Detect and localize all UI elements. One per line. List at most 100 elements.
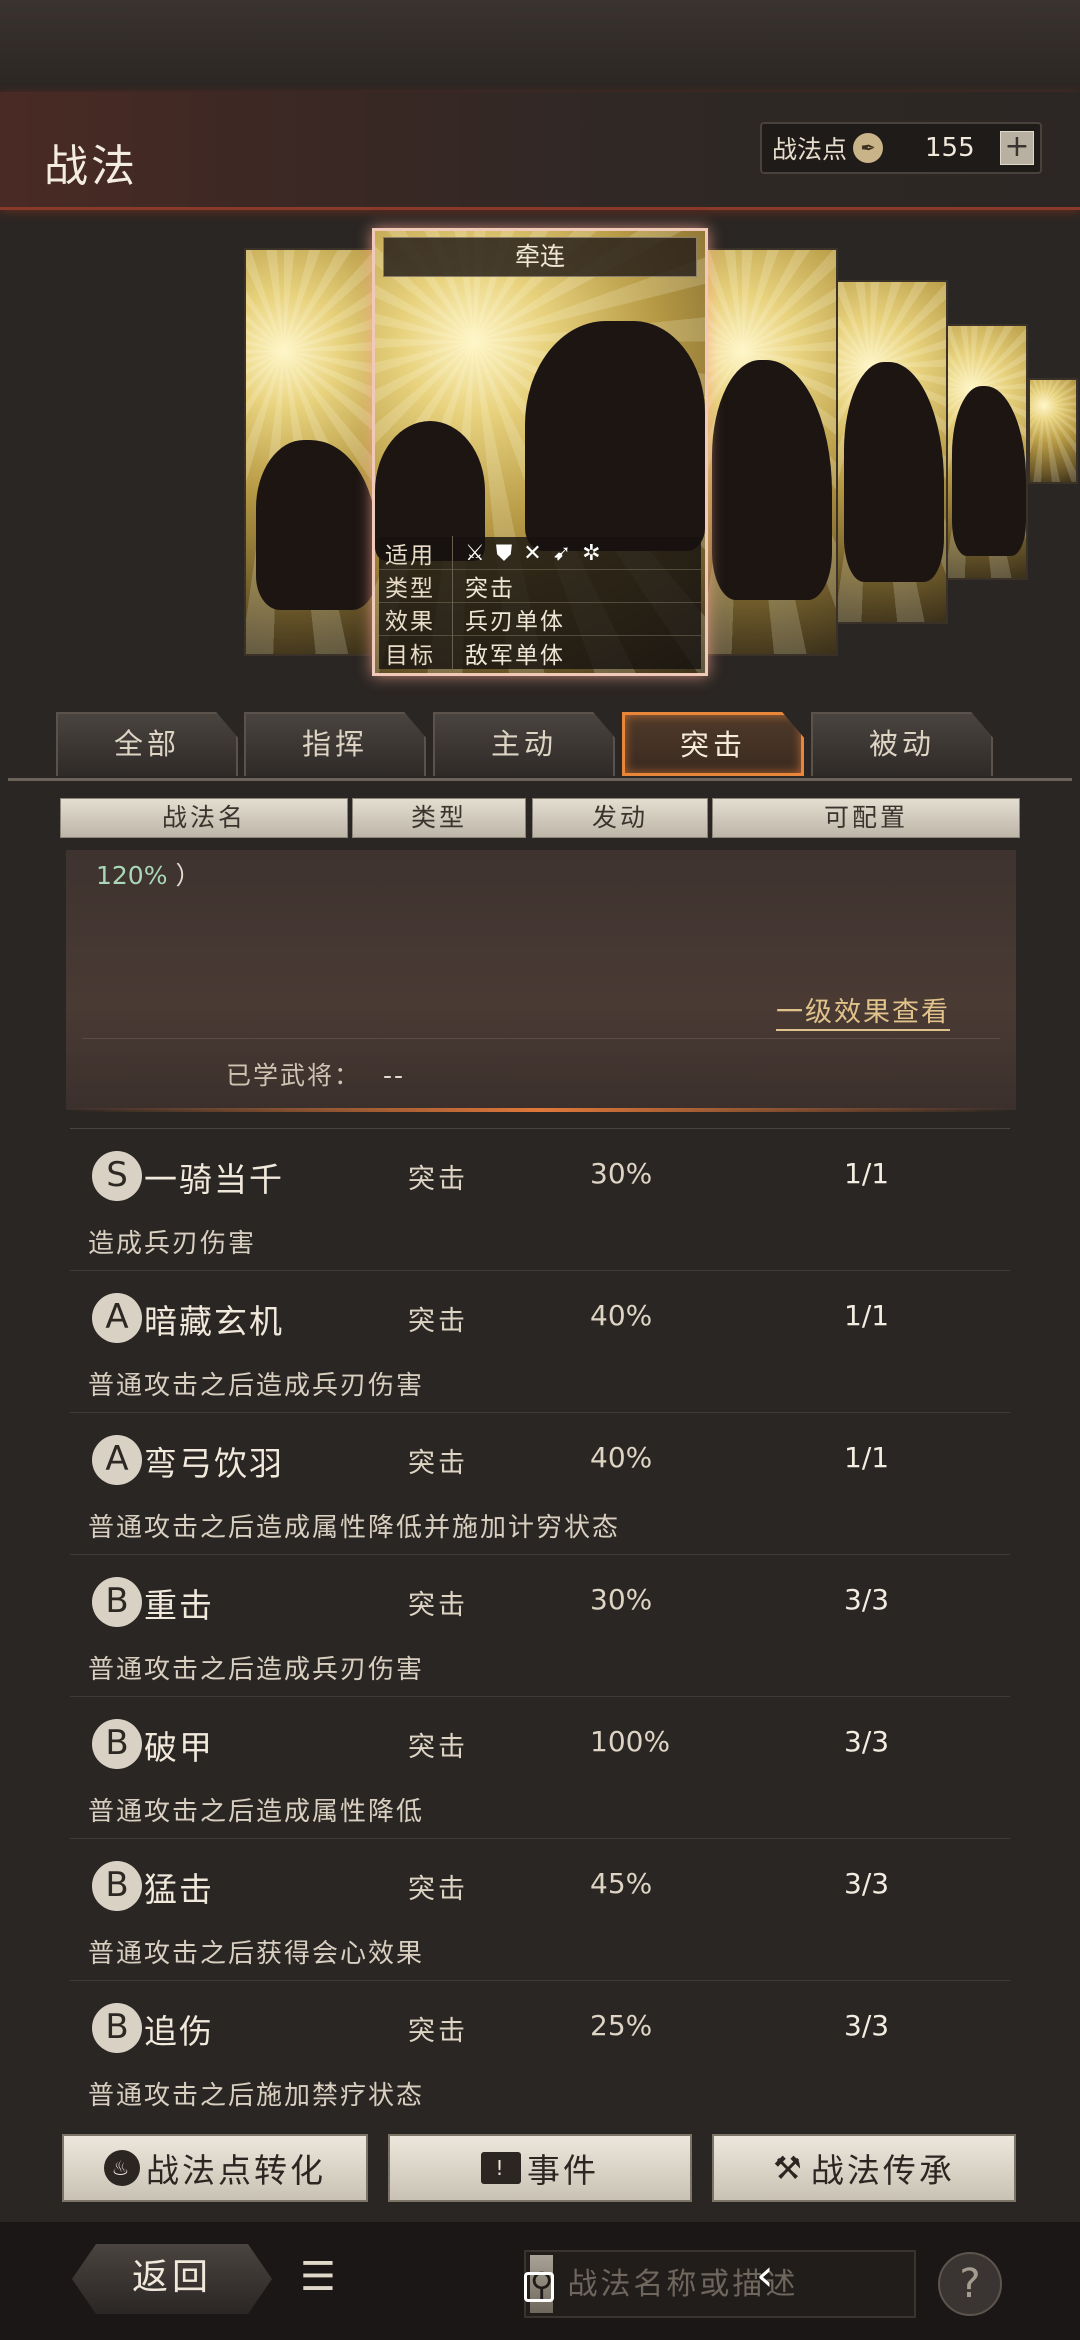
skill-rate: 30% xyxy=(590,1583,653,1616)
tabs-divider xyxy=(8,778,1072,781)
hammer-icon: ⚒ xyxy=(773,2149,805,2187)
skill-type: 突击 xyxy=(408,1732,468,1763)
footer-bar: 返回 ☰ ⚲ ‹ ? xyxy=(0,2222,1080,2340)
search-input[interactable] xyxy=(553,2254,947,2314)
events-button[interactable]: ! 事件 xyxy=(388,2134,692,2202)
skill-row[interactable]: A 暗藏玄机 突击 40% 1/1 普通攻击之后造成兵刃伤害 xyxy=(70,1270,1010,1412)
skill-type: 突击 xyxy=(408,1306,468,1337)
skill-name: 暗藏玄机 xyxy=(144,1302,284,1341)
skill-name: 重击 xyxy=(144,1586,214,1625)
category-tabs: 全部 指挥 主动 突击 被动 xyxy=(56,712,996,778)
skill-desc: 造成兵刃伤害 xyxy=(88,1229,257,1259)
skill-config: 3/3 xyxy=(844,2009,890,2042)
tab-assault[interactable]: 突击 xyxy=(622,712,804,776)
menu-icon[interactable]: ☰ xyxy=(300,2254,336,2300)
skill-card-right-1[interactable] xyxy=(700,248,838,656)
skill-name: 破甲 xyxy=(144,1728,214,1767)
skill-desc: 普通攻击之后施加禁疗状态 xyxy=(88,2081,425,2111)
skill-name: 弯弓饮羽 xyxy=(144,1444,284,1483)
skill-type: 突击 xyxy=(408,2016,468,2047)
skill-config: 1/1 xyxy=(844,1441,890,1474)
skill-card-left[interactable] xyxy=(244,248,374,656)
system-recents-icon[interactable] xyxy=(524,2272,554,2302)
skill-rate: 40% xyxy=(590,1441,653,1474)
cavalry-silhouette xyxy=(525,321,705,551)
system-back-icon[interactable]: ‹ xyxy=(756,2250,774,2301)
skill-rate: 40% xyxy=(590,1299,653,1332)
skill-card-right-2[interactable] xyxy=(836,280,948,624)
flame-icon: ♨ xyxy=(104,2150,140,2186)
tab-all[interactable]: 全部 xyxy=(56,712,238,776)
sort-by-name-button[interactable]: 战法名 xyxy=(60,798,348,838)
card-info-row: 类型 突击 xyxy=(379,569,701,603)
grade-badge: B xyxy=(92,1577,142,1627)
inherit-skill-button[interactable]: ⚒ 战法传承 xyxy=(712,2134,1016,2202)
header-bar: 战法 战法点 ✒ 155 + xyxy=(0,92,1080,210)
tab-command[interactable]: 指挥 xyxy=(244,712,426,776)
learned-generals: 已学武将： -- xyxy=(226,1061,406,1090)
skill-name: 猛击 xyxy=(144,1870,214,1909)
skill-rate: 100% xyxy=(590,1725,671,1758)
level-one-effect-link[interactable]: 一级效果查看 xyxy=(776,990,950,1031)
convert-points-button[interactable]: ♨ 战法点转化 xyxy=(62,2134,368,2202)
grade-badge: B xyxy=(92,2003,142,2053)
skill-name: 一骑当千 xyxy=(144,1160,284,1199)
grade-badge: B xyxy=(92,1719,142,1769)
tab-active[interactable]: 主动 xyxy=(433,712,615,776)
skill-points-label: 战法点 xyxy=(772,135,848,164)
card-title: 牵连 xyxy=(383,237,697,277)
sort-by-config-button[interactable]: 可配置 xyxy=(712,798,1020,838)
skill-desc: 普通攻击之后获得会心效果 xyxy=(88,1939,425,1969)
skill-points-value: 155 xyxy=(925,133,975,163)
search-box: ⚲ xyxy=(524,2250,947,2318)
skill-rate: 25% xyxy=(590,2009,653,2042)
skill-config: 3/3 xyxy=(844,1583,890,1616)
grade-badge: S xyxy=(92,1151,142,1201)
skill-row[interactable]: B 追伤 突击 25% 3/3 普通攻击之后施加禁疗状态 xyxy=(70,1980,1010,2111)
tab-passive[interactable]: 被动 xyxy=(811,712,993,776)
skill-card-right-4[interactable] xyxy=(1028,378,1078,484)
skill-config: 1/1 xyxy=(844,1299,890,1332)
skill-name: 追伤 xyxy=(144,2012,214,2051)
card-info-row: 适用 ⚔ ⛊ ✕ ➹ ✲ xyxy=(379,536,701,570)
skill-card-right-3[interactable] xyxy=(946,324,1028,580)
skill-config: 1/1 xyxy=(844,1157,890,1190)
skill-type: 突击 xyxy=(408,1164,468,1195)
skill-config: 3/3 xyxy=(844,1867,890,1900)
skill-row[interactable]: B 破甲 突击 100% 3/3 普通攻击之后造成属性降低 xyxy=(70,1696,1010,1838)
skill-row[interactable]: B 猛击 突击 45% 3/3 普通攻击之后获得会心效果 xyxy=(70,1838,1010,1980)
skill-row[interactable]: B 重击 突击 30% 3/3 普通攻击之后造成兵刃伤害 xyxy=(70,1554,1010,1696)
sort-by-rate-button[interactable]: 发动 xyxy=(532,798,708,838)
skill-detail-panel: 120% ） 一级效果查看 已学武将： -- xyxy=(66,850,1016,1110)
top-decor-band xyxy=(0,0,1080,92)
skill-desc: 普通攻击之后造成属性降低并施加计穷状态 xyxy=(88,1513,621,1543)
card-info-row: 效果 兵刃单体 xyxy=(379,602,701,636)
detail-percent: 120% ） xyxy=(96,861,201,890)
detail-divider xyxy=(82,1038,1000,1039)
skill-row[interactable]: S 一骑当千 突击 30% 1/1 造成兵刃伤害 xyxy=(70,1128,1010,1270)
skill-desc: 普通攻击之后造成兵刃伤害 xyxy=(88,1371,425,1401)
card-info-panel: 适用 ⚔ ⛊ ✕ ➹ ✲ 类型 突击 效果 兵刃单体 目标 敌军单体 xyxy=(379,536,701,670)
help-button[interactable]: ? xyxy=(938,2252,1002,2316)
unit-type-icons: ⚔ ⛊ ✕ ➹ ✲ xyxy=(465,540,603,566)
selected-skill-card[interactable]: 牵连 适用 ⚔ ⛊ ✕ ➹ ✲ 类型 突击 效果 兵刃单体 目标 敌军单体 xyxy=(372,228,708,676)
feather-icon: ✒ xyxy=(853,133,884,163)
grade-badge: A xyxy=(92,1435,142,1485)
skill-points-box: 战法点 ✒ 155 + xyxy=(760,122,1042,174)
add-points-button[interactable]: + xyxy=(1000,131,1034,165)
skill-type: 突击 xyxy=(408,1874,468,1905)
back-button[interactable]: 返回 xyxy=(72,2244,272,2314)
page-title: 战法 xyxy=(44,141,138,192)
skill-row[interactable]: A 弯弓饮羽 突击 40% 1/1 普通攻击之后造成属性降低并施加计穷状态 xyxy=(70,1412,1010,1554)
sort-by-type-button[interactable]: 类型 xyxy=(352,798,526,838)
skill-desc: 普通攻击之后造成属性降低 xyxy=(88,1797,425,1827)
skill-rate: 45% xyxy=(590,1867,653,1900)
skill-list[interactable]: S 一骑当千 突击 30% 1/1 造成兵刃伤害 A 暗藏玄机 突击 40% 1… xyxy=(70,1128,1010,2111)
detail-glow-divider xyxy=(70,1108,1010,1112)
skill-type: 突击 xyxy=(408,1448,468,1479)
skill-config: 3/3 xyxy=(844,1725,890,1758)
scroll-icon: ! xyxy=(481,2152,521,2184)
grade-badge: B xyxy=(92,1861,142,1911)
skill-desc: 普通攻击之后造成兵刃伤害 xyxy=(88,1655,425,1685)
card-info-row: 目标 敌军单体 xyxy=(379,635,701,670)
